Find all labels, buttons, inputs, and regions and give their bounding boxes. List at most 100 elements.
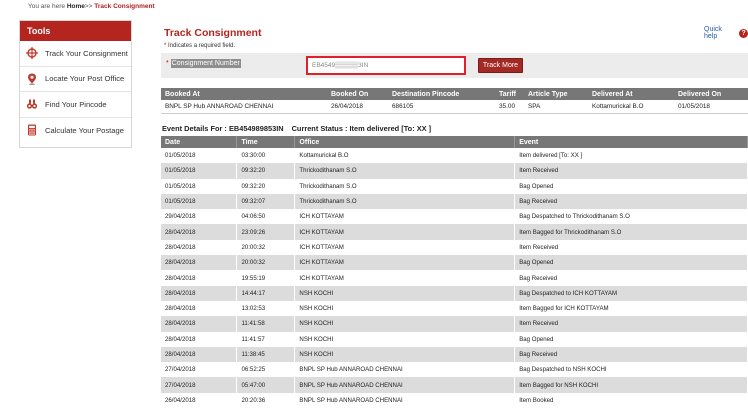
table-cell: Bag Despatched to NSH KOCHI bbox=[514, 362, 748, 378]
sidebar-item-track-consignment[interactable]: Track Your Consignment bbox=[20, 41, 131, 67]
table-cell: 05:47:00 bbox=[236, 377, 296, 393]
table-cell: ICH KOTTAYAM bbox=[294, 209, 516, 225]
required-note-text: Indicates a required field. bbox=[168, 43, 236, 49]
table-row: 26/04/2018 20:20:36 BNPL SP Hub ANNAROAD C… bbox=[161, 392, 748, 409]
table-row: 28/04/2018 20:00:32 ICH KOTTAYAM Item Recei… bbox=[161, 239, 748, 256]
tools-sidebar: Tools Track Your Consignment Locate Your… bbox=[19, 20, 132, 148]
booking-header-cell: Booked On bbox=[327, 88, 388, 100]
table-cell: ICH KOTTAYAM bbox=[294, 255, 516, 271]
table-cell: 20:00:32 bbox=[236, 239, 296, 256]
sidebar-item-calculate-postage[interactable]: Calculate Your Postage bbox=[20, 118, 131, 144]
table-cell: Item Bagged for ICH KOTTAYAM bbox=[514, 300, 748, 317]
table-cell: NSH KOCHI bbox=[294, 331, 516, 347]
table-cell: Bag Despatched to Thrickodithanam S.O bbox=[514, 209, 748, 225]
table-cell: Bag Opened bbox=[514, 255, 748, 271]
table-cell: Item delivered [To: XX ] bbox=[514, 148, 748, 164]
event-details-label: Event Details For : EB454989853IN bbox=[162, 124, 284, 133]
table-cell: Thrickodithanam S.O bbox=[294, 163, 516, 179]
table-row: 28/04/2018 20:00:32 ICH KOTTAYAM Bag Opened bbox=[161, 255, 748, 271]
required-star: * bbox=[166, 60, 169, 67]
booking-header-cell: Tariff bbox=[495, 88, 524, 100]
table-cell: Bag Received bbox=[514, 346, 748, 363]
breadcrumb: You are here Home>> Track Consignment bbox=[28, 3, 155, 10]
table-cell: 13:02:53 bbox=[236, 300, 296, 317]
event-summary: Event Details For : EB454989853IN Current… bbox=[162, 124, 431, 133]
table-cell: 06:52:25 bbox=[236, 362, 296, 378]
booking-cell: 686105 bbox=[388, 100, 495, 114]
table-cell: ICH KOTTAYAM bbox=[294, 270, 516, 286]
table-row: 01/05/2018 09:32:20 Thrickodithanam S.O Bag… bbox=[161, 178, 748, 194]
events-header-cell: Date bbox=[161, 136, 238, 148]
crosshair-icon bbox=[26, 47, 38, 60]
table-cell: 09:32:07 bbox=[236, 193, 296, 210]
sidebar-item-find-pincode[interactable]: Find Your Pincode bbox=[20, 92, 131, 118]
table-cell: NSH KOCHI bbox=[294, 285, 516, 301]
table-cell: 09:32:20 bbox=[236, 163, 296, 179]
table-cell: 28/04/2018 bbox=[161, 331, 238, 347]
table-cell: 09:32:20 bbox=[236, 178, 296, 194]
table-cell: BNPL SP Hub ANNAROAD CHENNAI bbox=[294, 392, 516, 409]
table-cell: Thrickodithanam S.O bbox=[294, 178, 516, 194]
table-cell: 28/04/2018 bbox=[161, 239, 238, 256]
table-row: 28/04/2018 23:09:26 ICH KOTTAYAM Item Bagge… bbox=[161, 224, 748, 240]
map-pin-icon bbox=[26, 73, 38, 85]
table-cell: 28/04/2018 bbox=[161, 346, 238, 363]
binoculars-icon bbox=[26, 98, 38, 110]
table-cell: 28/04/2018 bbox=[161, 316, 238, 332]
table-cell: BNPL SP Hub ANNAROAD CHENNAI bbox=[294, 362, 516, 378]
table-cell: 23:09:26 bbox=[236, 224, 296, 240]
table-row: 28/04/2018 19:55:19 ICH KOTTAYAM Bag Receiv… bbox=[161, 270, 748, 286]
table-cell: 01/05/2018 bbox=[161, 178, 238, 194]
table-cell: Bag Opened bbox=[514, 178, 748, 194]
consignment-form: * Consignment Number EB4549▒▒▒▒▒3IN Track… bbox=[161, 53, 748, 78]
breadcrumb-home-link[interactable]: Home bbox=[67, 3, 85, 10]
sidebar-title: Tools bbox=[20, 21, 131, 41]
table-cell: 14:44:17 bbox=[236, 285, 296, 301]
breadcrumb-current: Track Consignment bbox=[94, 3, 155, 10]
table-cell: 11:41:58 bbox=[236, 316, 296, 332]
table-cell: 27/04/2018 bbox=[161, 377, 238, 393]
table-cell: Item Bagged for NSH KOCHI bbox=[514, 377, 748, 393]
table-cell: Item Received bbox=[514, 316, 748, 332]
table-cell: Bag Received bbox=[514, 193, 748, 210]
booking-cell: Kottamurickal B.O bbox=[588, 100, 674, 114]
table-cell: BNPL SP Hub ANNAROAD CHENNAI bbox=[294, 377, 516, 393]
table-row: 28/04/2018 13:02:53 NSH KOCHI Item Bagged f… bbox=[161, 300, 748, 317]
quick-help-link[interactable]: Quick help ? bbox=[704, 26, 748, 40]
table-cell: Bag Received bbox=[514, 270, 748, 286]
booking-cell: 35.00 bbox=[495, 100, 524, 114]
table-cell: Bag Despatched to ICH KOTTAYAM bbox=[514, 285, 748, 301]
booking-header-cell: Booked At bbox=[161, 88, 327, 100]
help-icon: ? bbox=[739, 28, 748, 38]
table-cell: 28/04/2018 bbox=[161, 285, 238, 301]
consignment-label: * Consignment Number bbox=[166, 59, 241, 68]
table-cell: Item Received bbox=[514, 239, 748, 256]
booking-header-cell: Article Type bbox=[524, 88, 588, 100]
table-cell: NSH KOCHI bbox=[294, 300, 516, 317]
consignment-number-input[interactable]: EB4549▒▒▒▒▒3IN bbox=[306, 56, 466, 75]
table-cell: 26/04/2018 bbox=[161, 392, 238, 409]
booking-header-cell: Delivered On bbox=[674, 88, 748, 100]
table-cell: Kottamurickal B.O bbox=[294, 148, 516, 164]
table-cell: 04:06:50 bbox=[236, 209, 296, 225]
table-cell: 28/04/2018 bbox=[161, 270, 238, 286]
quick-help-label: Quick help bbox=[704, 26, 722, 40]
sidebar-item-locate-post-office[interactable]: Locate Your Post Office bbox=[20, 67, 131, 92]
events-body: 01/05/2018 03:30:00 Kottamurickal B.O Item … bbox=[161, 148, 748, 409]
events-header-row: Date Time Office Event bbox=[161, 136, 748, 148]
table-cell: NSH KOCHI bbox=[294, 316, 516, 332]
required-note: * Indicates a required field. bbox=[164, 43, 235, 49]
table-cell: 03:30:00 bbox=[236, 148, 296, 164]
required-star: * bbox=[164, 43, 167, 49]
table-row: 01/05/2018 09:32:20 Thrickodithanam S.O Ite… bbox=[161, 163, 748, 179]
table-cell: ICH KOTTAYAM bbox=[294, 239, 516, 256]
table-cell: 01/05/2018 bbox=[161, 148, 238, 164]
table-row: 27/04/2018 05:47:00 BNPL SP Hub ANNAROAD C… bbox=[161, 377, 748, 393]
track-more-button[interactable]: Track More bbox=[478, 58, 523, 73]
events-header-cell: Time bbox=[236, 136, 296, 148]
table-cell: Bag Opened bbox=[514, 331, 748, 347]
table-cell: 20:20:36 bbox=[236, 392, 296, 409]
table-cell: 01/05/2018 bbox=[161, 193, 238, 210]
table-row: 28/04/2018 11:41:58 NSH KOCHI Item Received bbox=[161, 316, 748, 332]
sidebar-item-label: Track Your Consignment bbox=[45, 48, 128, 58]
